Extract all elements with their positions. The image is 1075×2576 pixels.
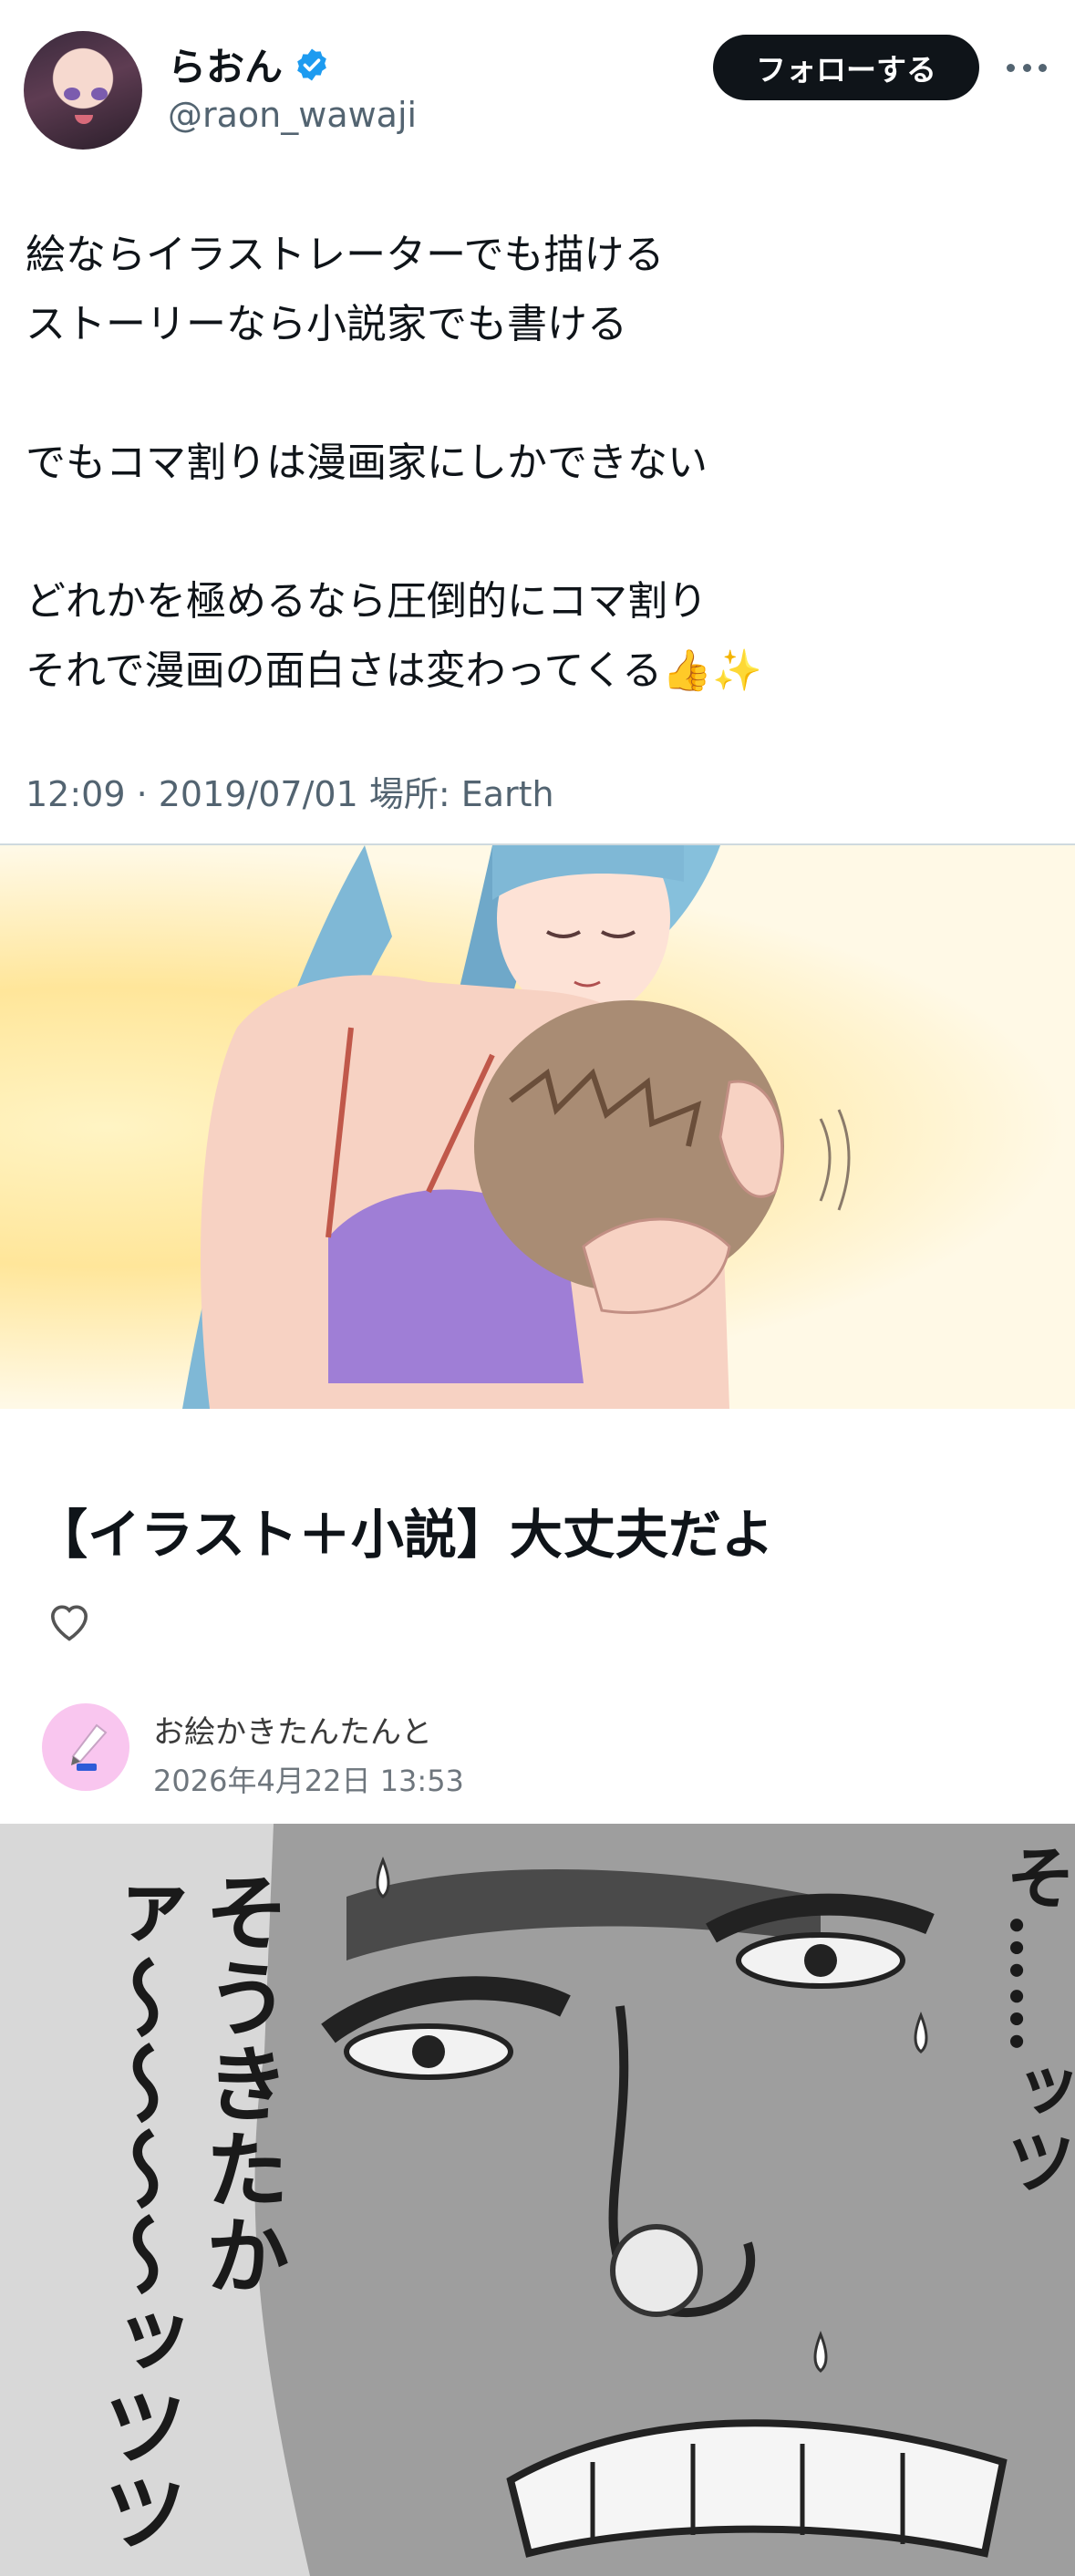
tweet-meta[interactable]: 12:09 · 2019/07/01 場所: Earth: [26, 766, 554, 816]
avatar-mouth: [75, 115, 93, 124]
author-date: 2026年4月22日 13:53: [153, 1764, 464, 1798]
manga-panel-image[interactable]: そうきたかァ〜〜〜〜ッツツ そ……ッツ: [0, 1824, 1075, 2576]
follow-button[interactable]: フォローする: [713, 35, 979, 100]
verified-badge-icon: [297, 48, 326, 80]
card-illustration-image[interactable]: [0, 845, 1075, 1409]
pen-icon: [71, 1723, 108, 1771]
tweet-header: らおん @raon_wawaji フォローする: [0, 0, 1075, 164]
author-avatar[interactable]: [42, 1703, 129, 1791]
manga-right-caption: そ……ッツ: [995, 1842, 1075, 2198]
tweet-text: 絵ならイラストレーターでも描ける ストーリーなら小説家でも書ける でもコマ割りは…: [26, 232, 762, 694]
card-title[interactable]: 【イラスト＋小説】大丈夫だよ: [35, 1492, 774, 1568]
dot: [1022, 63, 1031, 72]
user-avatar[interactable]: [24, 31, 142, 150]
heart-icon[interactable]: [44, 1598, 95, 1643]
manga-left-caption: そうきたかァ〜〜〜〜ッツツ: [89, 1869, 290, 2555]
dot: [1039, 63, 1047, 72]
avatar-eye-left: [64, 88, 80, 100]
user-handle[interactable]: @raon_wawaji: [168, 95, 417, 135]
more-options-icon[interactable]: [1007, 51, 1047, 84]
display-name[interactable]: らおん: [168, 36, 283, 92]
dot: [1007, 63, 1015, 72]
illustration-drawing: [182, 845, 851, 1409]
name-row: らおん: [168, 36, 330, 92]
avatar-eye-right: [91, 88, 108, 100]
author-name[interactable]: お絵かきたんたんと: [153, 1707, 432, 1752]
